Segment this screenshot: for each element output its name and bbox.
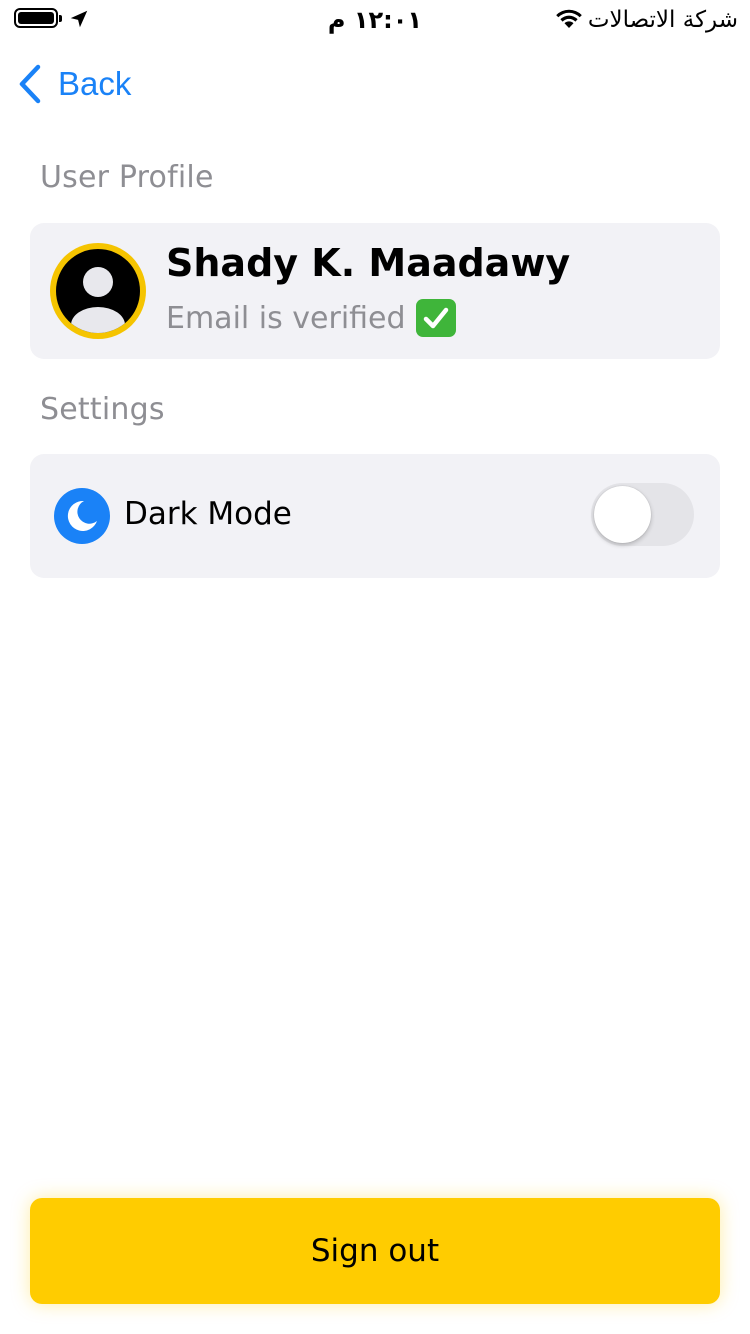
chevron-left-icon	[19, 64, 41, 104]
back-label: Back	[58, 65, 132, 102]
email-status: Email is verified	[166, 299, 456, 337]
back-button[interactable]: Back	[16, 62, 131, 106]
email-status-text: Email is verified	[166, 300, 406, 336]
user-name: Shady K. Maadawy	[166, 241, 571, 285]
dark-mode-label: Dark Mode	[124, 496, 292, 532]
carrier-name: شركة الاتصالات	[587, 7, 738, 33]
status-time: ١٢:٠١ م	[327, 6, 423, 34]
sign-out-button[interactable]: Sign out	[30, 1198, 720, 1304]
check-mark-button-icon	[415, 299, 456, 337]
user-profile-section-title: User Profile	[40, 160, 214, 195]
avatar	[50, 243, 146, 339]
settings-section-title: Settings	[40, 392, 165, 427]
location-arrow-icon	[70, 10, 88, 28]
dark-mode-toggle[interactable]	[591, 483, 694, 546]
status-bar: ١٢:٠١ م شركة الاتصالات	[0, 0, 750, 40]
battery-icon	[14, 8, 62, 28]
moon-icon	[54, 488, 110, 544]
person-icon	[71, 267, 125, 333]
user-profile-card: Shady K. Maadawy Email is verified	[30, 223, 720, 359]
wifi-icon	[556, 9, 582, 28]
settings-card: Dark Mode	[30, 454, 720, 578]
toggle-knob	[594, 486, 651, 543]
